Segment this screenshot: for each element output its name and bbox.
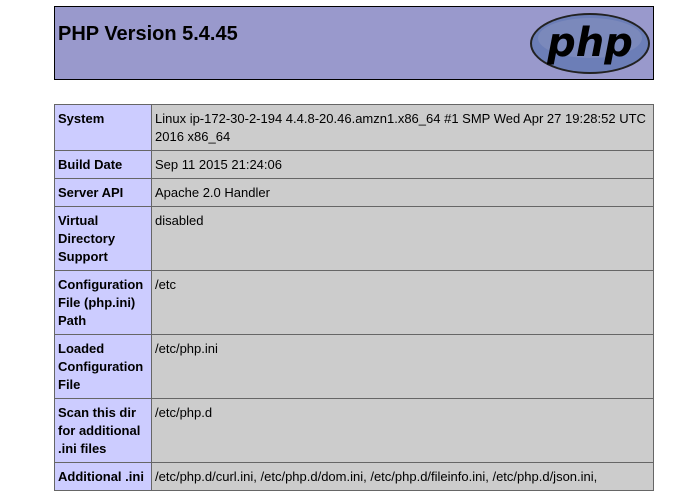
row-label: Virtual Directory Support: [54, 206, 152, 271]
row-value: /etc/php.ini: [151, 334, 654, 399]
table-row: Loaded Configuration File /etc/php.ini: [54, 334, 654, 399]
row-value: /etc/php.d/curl.ini, /etc/php.d/dom.ini,…: [151, 462, 654, 491]
row-value: Sep 11 2015 21:24:06: [151, 150, 654, 179]
row-value: /etc: [151, 270, 654, 335]
row-label: Additional .ini: [54, 462, 152, 491]
row-value: /etc/php.d: [151, 398, 654, 463]
row-label: Loaded Configuration File: [54, 334, 152, 399]
php-info-table: System Linux ip-172-30-2-194 4.4.8-20.46…: [54, 104, 654, 491]
page-title: PHP Version 5.4.45: [58, 23, 238, 45]
table-row: Build Date Sep 11 2015 21:24:06: [54, 150, 654, 179]
table-row: Additional .ini /etc/php.d/curl.ini, /et…: [54, 462, 654, 491]
php-logo-icon: php: [530, 13, 650, 74]
row-value: Linux ip-172-30-2-194 4.4.8-20.46.amzn1.…: [151, 104, 654, 151]
row-value: disabled: [151, 206, 654, 271]
table-row: Server API Apache 2.0 Handler: [54, 178, 654, 207]
php-header: PHP Version 5.4.45 php: [54, 6, 654, 80]
row-value: Apache 2.0 Handler: [151, 178, 654, 207]
table-row: Scan this dir for additional .ini files …: [54, 398, 654, 463]
table-row: Configuration File (php.ini) Path /etc: [54, 270, 654, 335]
row-label: Build Date: [54, 150, 152, 179]
row-label: System: [54, 104, 152, 151]
logo-text: php: [546, 20, 633, 66]
row-label: Scan this dir for additional .ini files: [54, 398, 152, 463]
table-row: Virtual Directory Support disabled: [54, 206, 654, 271]
row-label: Server API: [54, 178, 152, 207]
row-label: Configuration File (php.ini) Path: [54, 270, 152, 335]
table-row: System Linux ip-172-30-2-194 4.4.8-20.46…: [54, 104, 654, 151]
